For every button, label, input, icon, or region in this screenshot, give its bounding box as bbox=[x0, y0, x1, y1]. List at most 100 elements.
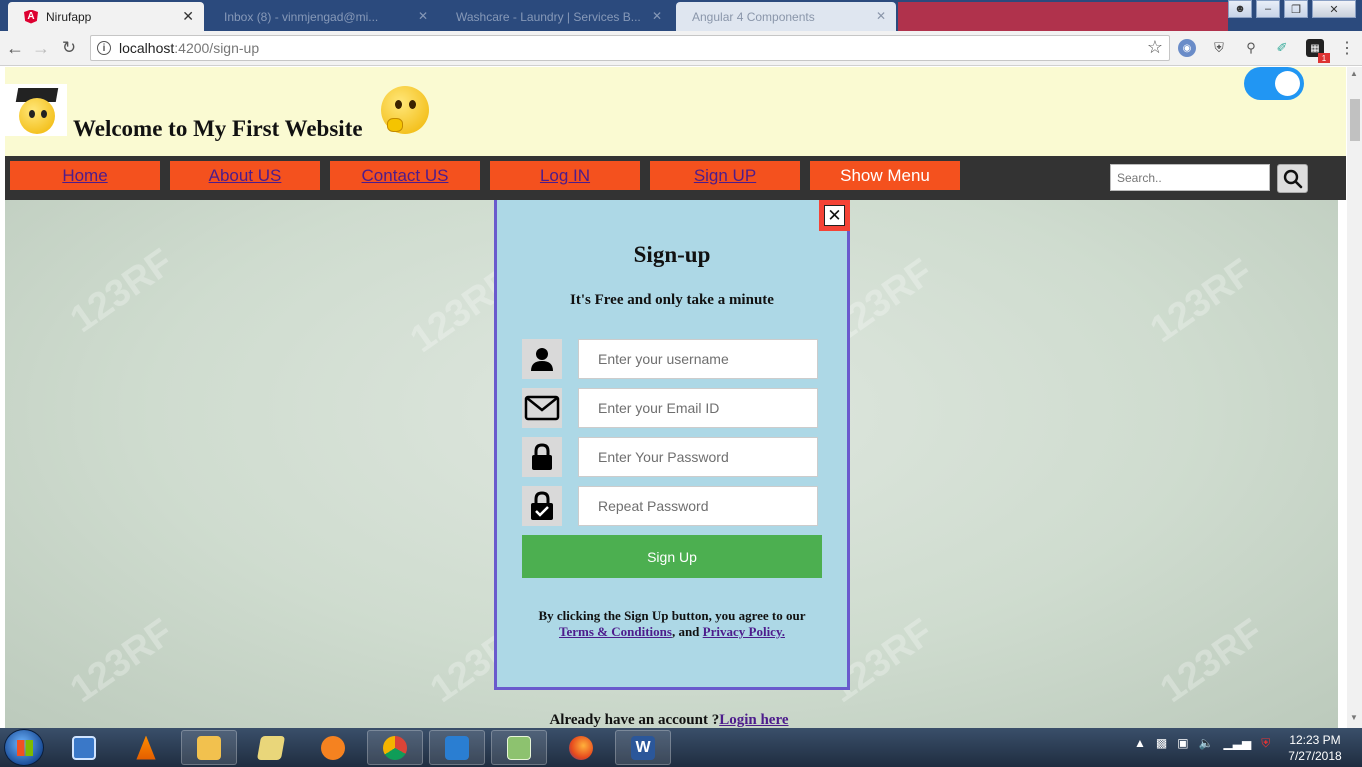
network-status-icon[interactable]: ▩ bbox=[1156, 736, 1167, 751]
volume-icon[interactable]: 🔈 bbox=[1199, 736, 1214, 751]
nav-signup-link[interactable]: Sign UP bbox=[650, 161, 800, 190]
extension-notification-icon[interactable]: ▦ 1 bbox=[1306, 39, 1330, 63]
site-search-input[interactable] bbox=[1110, 164, 1270, 191]
scroll-up-arrow-icon[interactable]: ▲ bbox=[1350, 69, 1358, 78]
taskbar-chrome[interactable] bbox=[367, 730, 423, 765]
url-path: :4200/sign-up bbox=[174, 40, 260, 56]
username-field[interactable] bbox=[578, 339, 818, 379]
watermark: 123RF bbox=[62, 611, 181, 712]
chrome-icon bbox=[383, 735, 407, 760]
signup-modal: ✕ Sign-up It's Free and only take a minu… bbox=[494, 200, 850, 690]
tab-inbox[interactable]: Inbox (8) - vinmjengad@mi... ✕ bbox=[208, 2, 438, 31]
info-icon[interactable]: i bbox=[97, 41, 111, 55]
start-button[interactable] bbox=[4, 729, 44, 766]
nav-home-link[interactable]: Home bbox=[10, 161, 160, 190]
taskbar-folder[interactable] bbox=[243, 730, 299, 765]
new-tab-area[interactable] bbox=[898, 2, 1228, 31]
scrollbar-thumb[interactable] bbox=[1350, 99, 1360, 141]
taskbar-media-player[interactable] bbox=[56, 730, 112, 765]
browser-menu-icon[interactable]: ⋮ bbox=[1338, 39, 1356, 57]
tab-title: Nirufapp bbox=[46, 9, 92, 24]
taskbar-word[interactable]: W bbox=[615, 730, 671, 765]
nav-login-link[interactable]: Log IN bbox=[490, 161, 640, 190]
nav-contact-link[interactable]: Contact US bbox=[330, 161, 480, 190]
extension-globe-icon[interactable]: ◉ bbox=[1178, 39, 1196, 57]
watermark: 123RF bbox=[1142, 251, 1261, 352]
tab-close-icon[interactable]: ✕ bbox=[182, 8, 194, 25]
taskbar-uc-browser[interactable] bbox=[305, 730, 361, 765]
antivirus-shield-icon[interactable]: ⛨ bbox=[1261, 736, 1270, 751]
word-icon: W bbox=[631, 735, 655, 760]
tab-title: Angular 4 Components bbox=[692, 9, 815, 24]
search-button[interactable] bbox=[1277, 164, 1308, 193]
uc-browser-icon bbox=[321, 735, 345, 760]
tab-nirufapp[interactable]: A Nirufapp ✕ bbox=[8, 2, 204, 31]
nav-about-link[interactable]: About US bbox=[170, 161, 320, 190]
terms-and-text: , and bbox=[671, 624, 700, 639]
windows-taskbar: W ▲ ▩ ▣ 🔈 ▁▃▅ ⛨ 12:23 PM 7/27/2018 bbox=[0, 728, 1362, 767]
extension-clip-icon[interactable]: ✐ bbox=[1273, 39, 1291, 57]
graduate-emoji-logo bbox=[5, 84, 67, 136]
tab-close-icon[interactable]: ✕ bbox=[876, 9, 886, 23]
taskbar-notepad-plus[interactable] bbox=[491, 730, 547, 765]
angular-favicon-icon: A bbox=[24, 9, 38, 24]
url-host: localhost bbox=[119, 40, 175, 56]
tab-close-icon[interactable]: ✕ bbox=[418, 9, 428, 23]
signal-bars-icon[interactable]: ▁▃▅ bbox=[1224, 736, 1252, 751]
clock-date: 7/27/2018 bbox=[1288, 749, 1342, 763]
window-controls: ☻ – ❐ ✕ bbox=[1228, 0, 1356, 18]
watermark: 123RF bbox=[1152, 611, 1271, 712]
repeat-password-field[interactable] bbox=[578, 486, 818, 526]
folder-icon bbox=[256, 735, 286, 760]
system-clock[interactable]: 12:23 PM 7/27/2018 bbox=[1280, 732, 1350, 764]
extension-search-icon[interactable]: ⚲ bbox=[1242, 39, 1260, 57]
lock-icon bbox=[522, 437, 562, 477]
notification-badge: 1 bbox=[1318, 53, 1330, 63]
tab-close-icon[interactable]: ✕ bbox=[652, 9, 662, 23]
tab-washcare[interactable]: Washcare - Laundry | Services B... ✕ bbox=[440, 2, 672, 31]
already-account-line: Already have an account ?Login here bbox=[0, 712, 1338, 728]
taskbar-firefox[interactable] bbox=[553, 730, 609, 765]
already-account-text: Already have an account ? bbox=[549, 712, 720, 728]
back-arrow-icon[interactable]: ← bbox=[4, 37, 26, 59]
tab-title: Washcare - Laundry | Services B... bbox=[456, 9, 641, 24]
browser-tab-strip: A Nirufapp ✕ Inbox (8) - vinmjengad@mi..… bbox=[0, 0, 1362, 31]
modal-subtitle: It's Free and only take a minute bbox=[570, 292, 774, 308]
taskbar-vscode[interactable] bbox=[429, 730, 485, 765]
privacy-policy-link[interactable]: Privacy Policy. bbox=[703, 624, 785, 639]
envelope-icon bbox=[522, 388, 562, 428]
extension-shield-icon[interactable]: ⛨ bbox=[1210, 39, 1228, 57]
email-field[interactable] bbox=[578, 388, 818, 428]
show-hidden-icons-icon[interactable]: ▲ bbox=[1134, 736, 1146, 751]
bookmark-star-icon[interactable]: ☆ bbox=[1147, 37, 1163, 58]
maximize-button[interactable]: ❐ bbox=[1284, 0, 1308, 18]
clock-time: 12:23 PM bbox=[1289, 733, 1341, 747]
theme-toggle-switch[interactable] bbox=[1244, 67, 1304, 100]
taskbar-vlc[interactable] bbox=[118, 730, 174, 765]
window-close-button[interactable]: ✕ bbox=[1312, 0, 1356, 18]
password-field[interactable] bbox=[578, 437, 818, 477]
minimize-button[interactable]: – bbox=[1256, 0, 1280, 18]
close-icon: ✕ bbox=[824, 205, 845, 226]
vlc-icon bbox=[136, 735, 156, 760]
taskbar-file-explorer[interactable] bbox=[181, 730, 237, 765]
signup-submit-button[interactable]: Sign Up bbox=[522, 535, 822, 578]
scroll-down-arrow-icon[interactable]: ▼ bbox=[1350, 713, 1358, 722]
notepad-plus-icon bbox=[507, 735, 531, 760]
modal-close-button[interactable]: ✕ bbox=[819, 200, 850, 231]
login-here-link[interactable]: Login here bbox=[719, 712, 788, 728]
firefox-icon bbox=[569, 735, 593, 760]
page-scrollbar[interactable] bbox=[1347, 67, 1362, 728]
user-profile-icon[interactable]: ☻ bbox=[1228, 0, 1252, 18]
forward-arrow-icon[interactable]: → bbox=[30, 37, 52, 59]
toggle-knob bbox=[1275, 71, 1300, 96]
search-icon bbox=[1283, 169, 1302, 188]
usb-device-icon[interactable]: ▣ bbox=[1177, 736, 1188, 751]
tab-angular-components[interactable]: Angular 4 Components ✕ bbox=[676, 2, 896, 31]
terms-conditions-link[interactable]: Terms & Conditions bbox=[559, 624, 672, 639]
web-page: Welcome to My First Website Home About U… bbox=[0, 67, 1362, 728]
address-bar[interactable]: i localhost:4200/sign-up ☆ bbox=[90, 35, 1170, 61]
watermark: 123RF bbox=[62, 241, 181, 342]
reload-icon[interactable]: ↻ bbox=[58, 37, 80, 59]
show-menu-button[interactable]: Show Menu bbox=[810, 161, 960, 190]
